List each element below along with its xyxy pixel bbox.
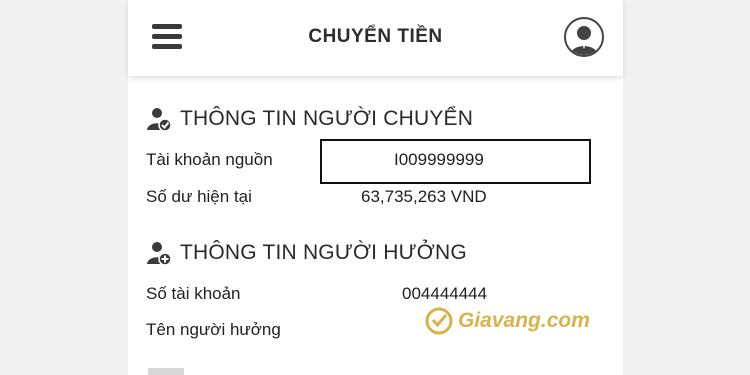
user-check-icon	[147, 108, 172, 132]
balance-label: Số dư hiện tại	[146, 187, 252, 206]
user-avatar-icon[interactable]	[564, 17, 604, 57]
receiver-section-header: THÔNG TIN NGƯỜI HƯỞNG	[146, 240, 467, 266]
balance-value: 63,735,263 VND	[361, 187, 487, 206]
account-number-label: Số tài khoản	[146, 284, 241, 303]
receiver-section-title: THÔNG TIN NGƯỜI HƯỞNG	[180, 241, 467, 264]
watermark: Giavang.com	[424, 306, 590, 336]
sender-section-title: THÔNG TIN NGƯỜI CHUYỂN	[180, 107, 474, 130]
top-app-bar: CHUYỂN TIỀN	[128, 0, 623, 76]
account-number-input[interactable]: 004444444	[402, 284, 487, 304]
beneficiary-name-label: Tên người hưởng	[146, 320, 281, 339]
next-section-icon-partial	[148, 368, 184, 375]
sender-section-header: THÔNG TIN NGƯỜI CHUYỂN	[146, 106, 473, 132]
user-add-icon	[147, 242, 172, 266]
watermark-text: Giavang.com	[458, 309, 590, 332]
giavang-logo-icon	[425, 307, 453, 335]
source-account-label: Tài khoản nguồn	[146, 150, 273, 169]
page-title: CHUYỂN TIỀN	[308, 26, 443, 47]
source-account-value: I009999999	[394, 150, 484, 169]
